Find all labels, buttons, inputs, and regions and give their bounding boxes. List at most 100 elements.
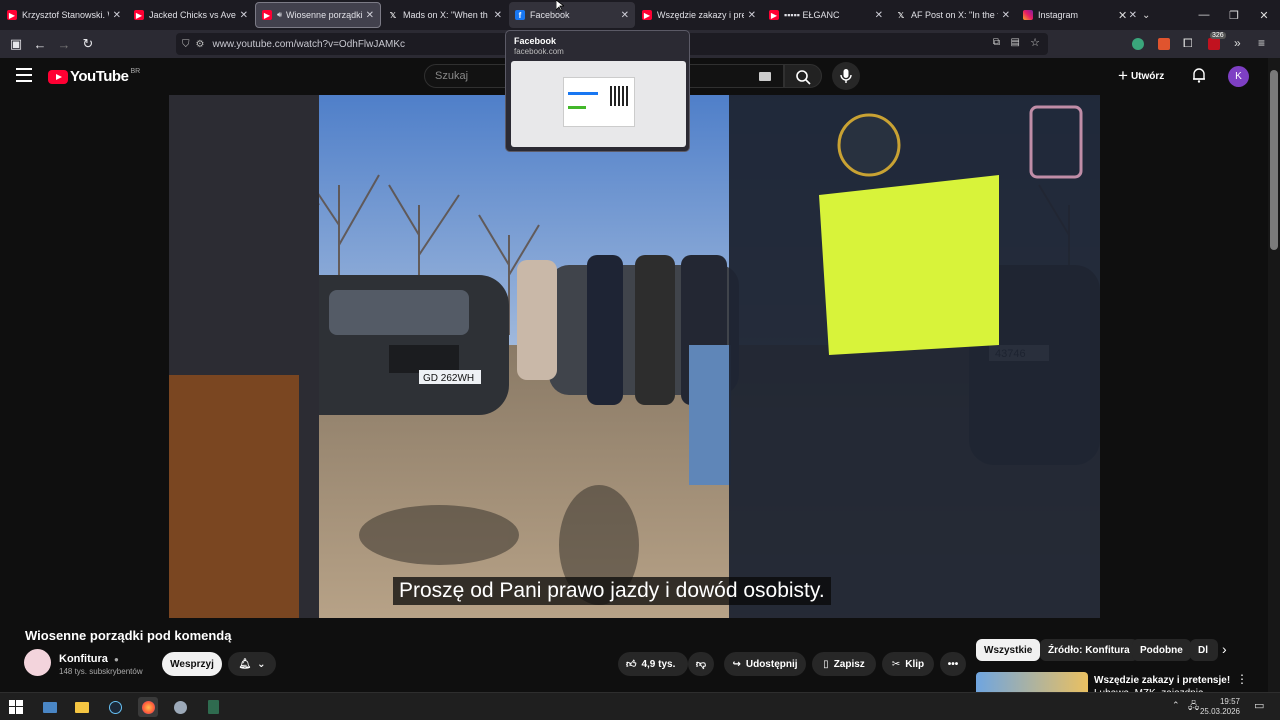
browser-tab[interactable]: ▶ 🔊︎ Wiosenne porządki p ✕ [255,2,381,28]
tab-close-icon[interactable]: ✕ [113,10,121,21]
tray-chevron-up-icon[interactable]: ⌃ [1172,700,1180,711]
youtube-logo[interactable]: YouTube BR [48,68,140,85]
monitor-app-icon[interactable] [40,697,60,717]
chip-all[interactable]: Wszystkie [976,639,1041,661]
file-explorer-icon[interactable] [72,697,92,717]
tab-title: Wszędzie zakazy i preter [657,10,744,20]
tab-preview-tooltip: Facebook facebook.com [505,30,690,152]
clock-date: 25.03.2026 [1199,707,1240,716]
page-scrollbar[interactable] [1268,58,1280,692]
mouse-cursor-icon [556,0,564,12]
support-button[interactable]: Wesprzyj [162,652,222,676]
chips-next-chevron-icon[interactable]: › [1222,641,1227,657]
browser-tab[interactable]: ▶ Jacked Chicks vs Averag ✕ [128,2,254,28]
tab-close-icon[interactable]: ✕ [875,10,883,21]
video-player[interactable]: GD 262WH 43746 Proszę od Pani prawo jazd… [169,95,1100,618]
extension-shield-icon[interactable] [1132,38,1144,50]
thumbs-up-icon: 👍︎ [626,659,637,670]
ublock-icon[interactable] [1208,38,1220,50]
video-title: Wiosenne porządki pod komendą [25,628,232,643]
windows-start-icon[interactable] [6,697,26,717]
app-menu-icon[interactable]: ≡ [1258,36,1265,50]
tab-close-icon[interactable]: ✕ [748,10,756,21]
chip-source[interactable]: Źródło: Konfitura [1040,639,1138,661]
browser-tab[interactable]: f Facebook ✕ [509,2,635,28]
browser-tab[interactable]: 𝕏 AF Post on X: "In the first ✕ [890,2,1016,28]
reader-view-icon[interactable]: ▤ [1011,37,1020,48]
url-text[interactable]: www.youtube.com/watch?v=OdhFlwJAMKc [212,39,405,50]
share-arrow-icon: ↪ [732,658,741,670]
license-plate-1: GD 262WH [423,373,474,384]
voice-search-button[interactable] [832,62,860,90]
shield-icon[interactable]: ⛉ [182,39,190,50]
save-button[interactable]: ▯ Zapisz [812,652,876,676]
taskbar-clock[interactable]: 19:57 25.03.2026 [1200,697,1240,717]
share-button[interactable]: ↪ Udostępnij [724,652,806,676]
more-actions-button[interactable]: ••• [940,652,966,676]
recommendation-title[interactable]: Wszędzie zakazy i pretensje! Lubawa, MZK… [1094,674,1234,693]
browser-tab[interactable]: 𝕏 Mads on X: "When th ✕ [382,2,508,28]
browser-tab[interactable]: ▶ Krzysztof Stanowski. W ja ✕ [1,2,127,28]
tab-close-icon[interactable]: ✕ [1002,10,1010,21]
browser-tab[interactable]: ▶ ▪▪▪▪▪ EŁGANC ✕ [763,2,889,28]
tab-preview-thumbnail [511,61,686,147]
tab-title: Jacked Chicks vs Averag [149,10,236,20]
chip-more[interactable]: Dl [1190,639,1218,661]
tab-title: Krzysztof Stanowski. W ja [22,10,109,20]
notifications-bell-icon[interactable] [1190,66,1208,84]
recommendation-menu-icon[interactable]: ⋮ [1236,672,1248,686]
tab-close-icon[interactable]: ✕ [366,10,374,21]
search-icon [796,70,811,85]
network-icon[interactable]: 🖧︎ [1188,699,1199,716]
like-button[interactable]: 👍︎ 4,9 tys. [618,652,688,676]
calculator-icon[interactable] [203,697,223,717]
tab-close-icon[interactable]: ✕ [621,10,629,21]
windows-taskbar: ⌃ 🖧︎ 19:57 25.03.2026 ▭ [0,692,1280,720]
extension-fox-icon[interactable] [1158,38,1170,50]
extensions-puzzle-icon[interactable]: ⧠ [1183,36,1193,51]
channel-name-text: Konfitura [59,653,108,665]
channel-avatar[interactable] [24,649,51,676]
overflow-chevron-icon[interactable]: » [1234,36,1241,50]
recommendation-thumbnail[interactable] [976,672,1088,692]
sidebar-toggle-icon[interactable]: ▣ [4,32,28,56]
restore-button[interactable]: ❐ [1218,0,1250,30]
picture-in-picture-icon[interactable]: ⧉ [993,37,1000,48]
tab-close-icon[interactable]: ✕ [494,10,502,21]
tab-title: Mads on X: "When th [403,10,488,20]
reload-button[interactable]: ↻ [76,32,100,56]
browser-tab-bar: ▶ Krzysztof Stanowski. W ja ✕ ▶ Jacked Chick… [0,0,1280,30]
notification-center-icon[interactable]: ▭ [1254,699,1264,712]
forward-button[interactable]: → [52,32,76,56]
channel-name[interactable]: Konfitura ● [59,653,119,665]
youtube-icon: ▶ [262,10,272,20]
x-icon: 𝕏 [389,10,397,20]
recommendation-title-text: Wszędzie zakazy i pretensje! [1094,675,1231,686]
window-close-button[interactable]: ✕ [1248,0,1280,30]
search-button[interactable] [784,64,822,88]
audio-playing-icon[interactable]: 🔊︎ [277,10,282,20]
firefox-icon[interactable] [138,697,158,717]
chip-related[interactable]: Podobne [1132,639,1191,661]
share-label: Udostępnij [745,658,798,670]
back-button[interactable]: ← [28,32,52,56]
tab-list-close-icon[interactable]: ✕ [1118,0,1130,30]
facebook-icon: f [515,10,525,20]
list-all-tabs-chevron-icon[interactable]: ⌄ [1142,0,1154,30]
app-icon[interactable] [170,697,190,717]
clip-button[interactable]: ✂ Klip [882,652,934,676]
account-avatar[interactable]: K [1228,66,1249,87]
keyboard-icon[interactable] [759,72,771,81]
tab-close-icon[interactable]: ✕ [240,10,248,21]
steam-icon[interactable] [105,697,125,717]
bookmark-star-icon[interactable]: ☆ [1030,36,1040,49]
create-button[interactable]: + Utwórz [1118,64,1164,88]
preview-button-shape-2 [568,106,586,109]
browser-tab[interactable]: ▶ Wszędzie zakazy i preter ✕ [636,2,762,28]
permissions-icon[interactable]: ⚙ [196,39,205,50]
dislike-button[interactable]: 👎︎ [688,652,714,676]
subscription-bell-button[interactable]: 🔔︎ ⌄ [228,652,276,676]
minimize-button[interactable]: — [1188,0,1220,30]
hamburger-menu-icon[interactable] [16,68,32,82]
scrollbar-thumb[interactable] [1270,70,1278,250]
